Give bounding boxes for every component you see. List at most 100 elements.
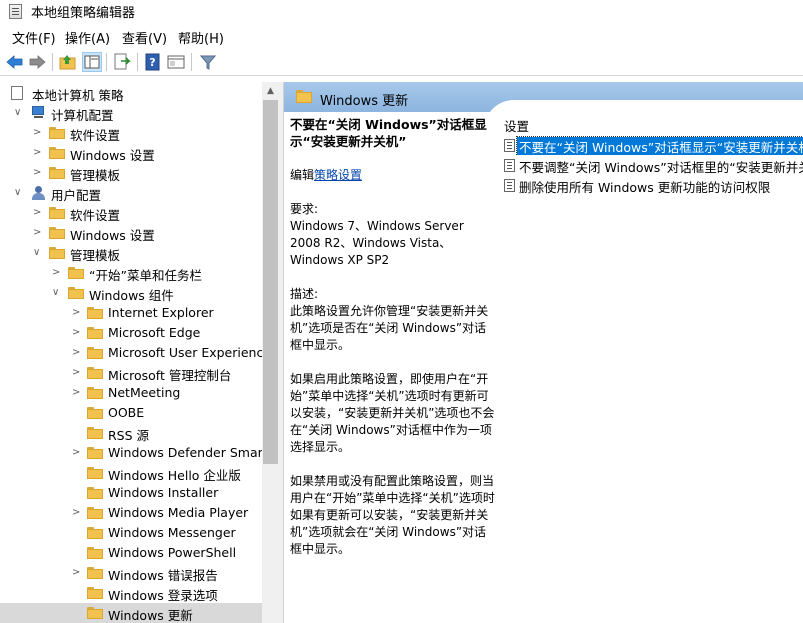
chevron-right-icon[interactable]: > (72, 347, 82, 359)
menu-view[interactable]: 查看(V) (122, 28, 167, 47)
policy-editor-icon (9, 4, 22, 19)
tree-node-component[interactable]: > Windows Defender SmartS (0, 443, 262, 463)
tree-node-user-config[interactable]: ∨ 用户配置 (0, 183, 262, 203)
tree-node-computer-windows[interactable]: > Windows 设置 (0, 143, 262, 163)
chevron-right-icon[interactable]: > (72, 447, 82, 459)
tree-node-component[interactable]: > Internet Explorer (0, 303, 262, 323)
tree-label: RSS 源 (108, 428, 150, 443)
tree-label: 软件设置 (70, 128, 121, 143)
tree-node-component[interactable]: Windows PowerShell (0, 543, 262, 563)
up-folder-icon[interactable] (58, 52, 78, 72)
tree-node-start-menu[interactable]: > “开始”菜单和任务栏 (0, 263, 262, 283)
chevron-down-icon[interactable]: ∨ (33, 247, 43, 259)
tree-node-component[interactable]: Windows Messenger (0, 523, 262, 543)
chevron-right-icon[interactable]: > (33, 127, 43, 139)
tree-label: Internet Explorer (108, 305, 214, 320)
window-title: 本地组策略编辑器 (31, 6, 136, 21)
requirements-text: Windows 7、Windows Server 2008 R2、Windows… (290, 219, 464, 267)
folder-icon (87, 587, 103, 599)
description-label: 描述: (290, 287, 319, 301)
folder-icon (87, 507, 103, 519)
tree-label: 计算机配置 (51, 108, 114, 123)
chevron-right-icon[interactable]: > (72, 387, 82, 399)
chevron-right-icon[interactable]: > (72, 307, 82, 319)
tree-label: “开始”菜单和任务栏 (89, 268, 202, 283)
chevron-right-icon[interactable]: > (33, 147, 43, 159)
tree-label: 用户配置 (51, 188, 102, 203)
filter-icon[interactable] (198, 52, 218, 72)
svg-text:?: ? (149, 56, 155, 69)
tree-node-computer-config[interactable]: ∨ 计算机配置 (0, 103, 262, 123)
tree-node-component[interactable]: Windows Installer (0, 483, 262, 503)
tree-node-component[interactable]: Windows 登录选项 (0, 583, 262, 603)
menu-bar: 文件(F) 操作(A) 查看(V) 帮助(H) (0, 26, 803, 48)
tree-label: Windows 更新 (108, 608, 193, 623)
scroll-up-icon[interactable]: ▲ (262, 82, 279, 100)
policy-description: 不要在“关闭 Windows”对话框显示“安装更新并关机” 编辑策略设置 要求:… (290, 116, 496, 558)
chevron-down-icon[interactable]: ∨ (14, 187, 24, 199)
chevron-down-icon[interactable]: ∨ (14, 107, 24, 119)
help-icon[interactable]: ? (143, 52, 163, 72)
chevron-right-icon[interactable]: > (52, 267, 62, 279)
tree-node-computer-admin[interactable]: > 管理模板 (0, 163, 262, 183)
description-para-1: 此策略设置允许你管理“安装更新并关机”选项是否在“关闭 Windows”对话框中… (290, 304, 489, 352)
tree-node-component[interactable]: > Microsoft Edge (0, 323, 262, 343)
setting-row[interactable]: 删除使用所有 Windows 更新功能的访问权限 (502, 176, 803, 195)
tree-node-component[interactable]: > Windows Media Player (0, 503, 262, 523)
chevron-right-icon[interactable]: > (33, 207, 43, 219)
tree-scrollbar[interactable]: ▲ (262, 82, 279, 623)
settings-column-header[interactable]: 设置 (504, 116, 529, 135)
menu-action[interactable]: 操作(A) (65, 28, 110, 47)
folder-icon (49, 227, 65, 239)
tree-node-component[interactable]: > Windows 错误报告 (0, 563, 262, 583)
tree-node-windows-components[interactable]: ∨ Windows 组件 (0, 283, 262, 303)
tree-node-local-policy[interactable]: 本地计算机 策略 (0, 83, 262, 103)
export-list-icon[interactable] (112, 52, 132, 72)
properties-icon[interactable] (166, 52, 186, 72)
chevron-right-icon[interactable]: > (72, 567, 82, 579)
tree-label: NetMeeting (108, 385, 181, 400)
folder-icon (87, 307, 103, 319)
tree-node-component[interactable]: > NetMeeting (0, 383, 262, 403)
scrollbar-thumb[interactable] (263, 100, 278, 464)
chevron-right-icon[interactable]: > (72, 507, 82, 519)
setting-doc-icon (504, 139, 515, 152)
description-para-3: 如果禁用或没有配置此策略设置，则当用户在“开始”菜单中选择“关机”选项时如果有更… (290, 474, 495, 556)
chevron-right-icon[interactable]: > (72, 367, 82, 379)
tree-node-component[interactable]: OOBE (0, 403, 262, 423)
chevron-right-icon[interactable]: > (72, 327, 82, 339)
edit-policy-link[interactable]: 策略设置 (314, 168, 362, 182)
tree-node-windows-update[interactable]: Windows 更新 (0, 603, 262, 623)
folder-icon (49, 167, 65, 179)
folder-icon (87, 467, 103, 479)
chevron-right-icon[interactable]: > (33, 167, 43, 179)
tree-node-component[interactable]: > Microsoft User Experience (0, 343, 262, 363)
setting-row[interactable]: 不要调整“关闭 Windows”对话框里的“安装更新并关机 (502, 156, 803, 175)
edit-prefix: 编辑 (290, 168, 315, 182)
tree-label: Windows 组件 (89, 288, 174, 303)
folder-icon (49, 207, 65, 219)
tree-label: 管理模板 (70, 168, 121, 183)
policy-doc-icon (11, 86, 23, 100)
forward-arrow-icon[interactable] (27, 52, 47, 72)
back-arrow-icon[interactable] (5, 52, 25, 72)
show-hide-tree-icon[interactable] (82, 52, 102, 72)
folder-icon (68, 267, 84, 279)
folder-icon (87, 607, 103, 619)
folder-icon (87, 327, 103, 339)
tree-node-user-software[interactable]: > 软件设置 (0, 203, 262, 223)
tree-node-user-windows[interactable]: > Windows 设置 (0, 223, 262, 243)
tree-node-component[interactable]: RSS 源 (0, 423, 262, 443)
chevron-down-icon[interactable]: ∨ (52, 287, 62, 299)
setting-row[interactable]: 不要在“关闭 Windows”对话框显示“安装更新并关机” (502, 136, 803, 155)
menu-help[interactable]: 帮助(H) (178, 28, 224, 47)
tree-node-computer-software[interactable]: > 软件设置 (0, 123, 262, 143)
folder-icon (49, 247, 65, 259)
tree-node-component[interactable]: > Microsoft 管理控制台 (0, 363, 262, 383)
tree-node-component[interactable]: Windows Hello 企业版 (0, 463, 262, 483)
menu-file[interactable]: 文件(F) (12, 28, 56, 47)
tree-node-user-admin[interactable]: ∨ 管理模板 (0, 243, 262, 263)
folder-icon (87, 567, 103, 579)
chevron-right-icon[interactable]: > (33, 227, 43, 239)
folder-icon (87, 547, 103, 559)
